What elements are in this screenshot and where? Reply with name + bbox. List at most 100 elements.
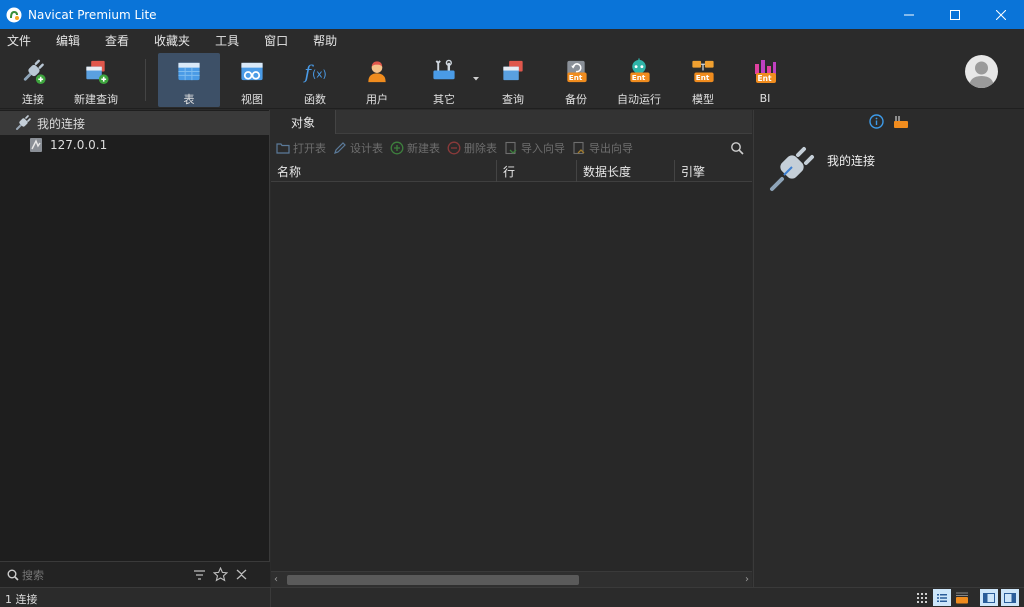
scroll-right-icon[interactable]: ›: [745, 574, 749, 585]
function-button[interactable]: f (x) 函数: [295, 53, 335, 107]
right-panel-icon: [1004, 592, 1016, 603]
column-engine-label: 引擎: [681, 164, 706, 179]
star-icon[interactable]: [213, 567, 228, 582]
list-view-icon: [937, 593, 947, 602]
scroll-left-icon[interactable]: ‹: [274, 574, 278, 585]
connection-item[interactable]: 127.0.0.1: [0, 133, 270, 157]
column-header-rows[interactable]: 行: [497, 160, 577, 182]
bi-button[interactable]: Ent BI: [745, 53, 785, 107]
column-header-data-length[interactable]: 数据长度: [577, 160, 675, 182]
table-button[interactable]: 表: [158, 53, 220, 107]
connection-group-item[interactable]: 我的连接: [0, 111, 270, 135]
new-table-button[interactable]: 新建表: [390, 140, 440, 156]
query-label: 查询: [502, 93, 524, 106]
plug-icon: [16, 115, 31, 130]
menu-file[interactable]: 文件: [0, 32, 41, 49]
search-icon[interactable]: [730, 141, 744, 155]
query-button[interactable]: 查询: [493, 53, 533, 107]
new-query-label: 新建查询: [74, 93, 118, 106]
open-table-label: 打开表: [293, 141, 326, 155]
menu-help[interactable]: 帮助: [306, 32, 347, 49]
tab-objects[interactable]: 对象: [271, 110, 336, 134]
bi-label: BI: [759, 92, 771, 105]
function-icon: f (x): [302, 62, 326, 83]
menu-edit[interactable]: 编辑: [49, 32, 90, 49]
automation-button[interactable]: Ent 自动运行: [615, 53, 663, 107]
menu-view[interactable]: 查看: [98, 32, 139, 49]
er-view-button[interactable]: [953, 589, 971, 606]
search-icon: [7, 569, 19, 581]
import-wizard-button[interactable]: 导入向导: [504, 140, 565, 156]
remove-circle-icon: [447, 141, 461, 154]
export-wizard-button[interactable]: 导出向导: [572, 140, 633, 156]
toolbar-separator: [145, 59, 146, 101]
add-circle-icon: [390, 141, 404, 154]
connection-group-label: 我的连接: [37, 116, 86, 131]
plug-icon: [23, 59, 46, 85]
close-icon: [996, 9, 1006, 20]
ent-badge: Ent: [569, 73, 583, 82]
export-wizard-label: 导出向导: [589, 141, 633, 155]
menu-bar: 文件 编辑 查看 收藏夹 工具 窗口 帮助: [0, 29, 1024, 51]
grid-view-icon: [917, 592, 927, 603]
minimize-button[interactable]: [886, 0, 932, 29]
toggle-left-pane-button[interactable]: [980, 589, 998, 606]
export-icon: [573, 141, 585, 154]
info-pane: 我的连接: [753, 110, 1024, 587]
close-button[interactable]: [978, 0, 1024, 29]
other-button[interactable]: 其它: [424, 53, 464, 107]
design-table-button[interactable]: 设计表: [333, 140, 383, 156]
left-panel-icon: [983, 592, 995, 603]
column-header-engine[interactable]: 引擎: [675, 160, 752, 182]
object-toolbar: 打开表 设计表 新建表 删除表 导入向导 导出向导: [271, 135, 752, 160]
list-view-button[interactable]: [933, 589, 951, 606]
menu-window[interactable]: 窗口: [257, 32, 298, 49]
chevron-down-icon[interactable]: [472, 76, 480, 82]
backup-button[interactable]: Ent 备份: [556, 53, 596, 107]
filter-icon[interactable]: [193, 569, 206, 581]
grid-view-button[interactable]: [913, 589, 931, 606]
column-name-label: 名称: [277, 164, 302, 179]
navigation-pane: 我的连接 127.0.0.1 搜索: [0, 110, 270, 587]
window-title: Navicat Premium Lite: [28, 7, 157, 22]
maximize-button[interactable]: [932, 0, 978, 29]
object-list[interactable]: [271, 182, 752, 571]
view-button[interactable]: 视图: [232, 53, 272, 107]
ddl-ent-icon[interactable]: [893, 114, 909, 129]
model-button[interactable]: Ent 模型: [683, 53, 723, 107]
open-table-button[interactable]: 打开表: [276, 140, 326, 156]
view-label: 视图: [241, 93, 263, 106]
info-icon[interactable]: [869, 114, 884, 129]
mysql-connection-icon: [30, 138, 42, 152]
table-label: 表: [183, 93, 195, 106]
navigator-search[interactable]: 搜索: [0, 561, 270, 587]
minimize-icon: [904, 14, 914, 15]
account-avatar[interactable]: [965, 55, 998, 88]
connect-button[interactable]: 连接: [13, 53, 53, 107]
import-wizard-label: 导入向导: [521, 141, 565, 155]
horizontal-scrollbar[interactable]: ‹ ›: [271, 571, 752, 587]
toggle-right-pane-button[interactable]: [1001, 589, 1019, 606]
view-icon: [241, 62, 263, 81]
new-query-button[interactable]: 新建查询: [70, 53, 122, 107]
column-header-name[interactable]: 名称: [271, 160, 497, 182]
object-list-header: 名称 行 数据长度 引擎: [271, 160, 752, 182]
function-label: 函数: [304, 93, 326, 106]
info-title: 我的连接: [827, 154, 876, 168]
column-data-length-label: 数据长度: [583, 164, 632, 179]
bi-chart-icon: Ent: [755, 60, 776, 83]
menu-tools[interactable]: 工具: [208, 32, 249, 49]
user-button[interactable]: 用户: [357, 53, 397, 107]
scrollbar-thumb[interactable]: [287, 575, 579, 585]
delete-table-button[interactable]: 删除表: [447, 140, 497, 156]
objects-pane: 对象 打开表 设计表 新建表 删除表 导入向导 导出向导 名称 行 数据长度 引…: [271, 110, 752, 587]
new-table-label: 新建表: [407, 141, 440, 155]
column-rows-label: 行: [503, 164, 516, 179]
navicat-logo-icon: [6, 7, 22, 22]
maximize-icon: [950, 9, 960, 20]
menu-favorites[interactable]: 收藏夹: [147, 32, 200, 49]
tab-objects-label: 对象: [290, 115, 315, 130]
status-bar: 1 连接: [0, 587, 1024, 607]
ent-badge: Ent: [758, 74, 772, 83]
collapse-icon[interactable]: [235, 568, 248, 581]
